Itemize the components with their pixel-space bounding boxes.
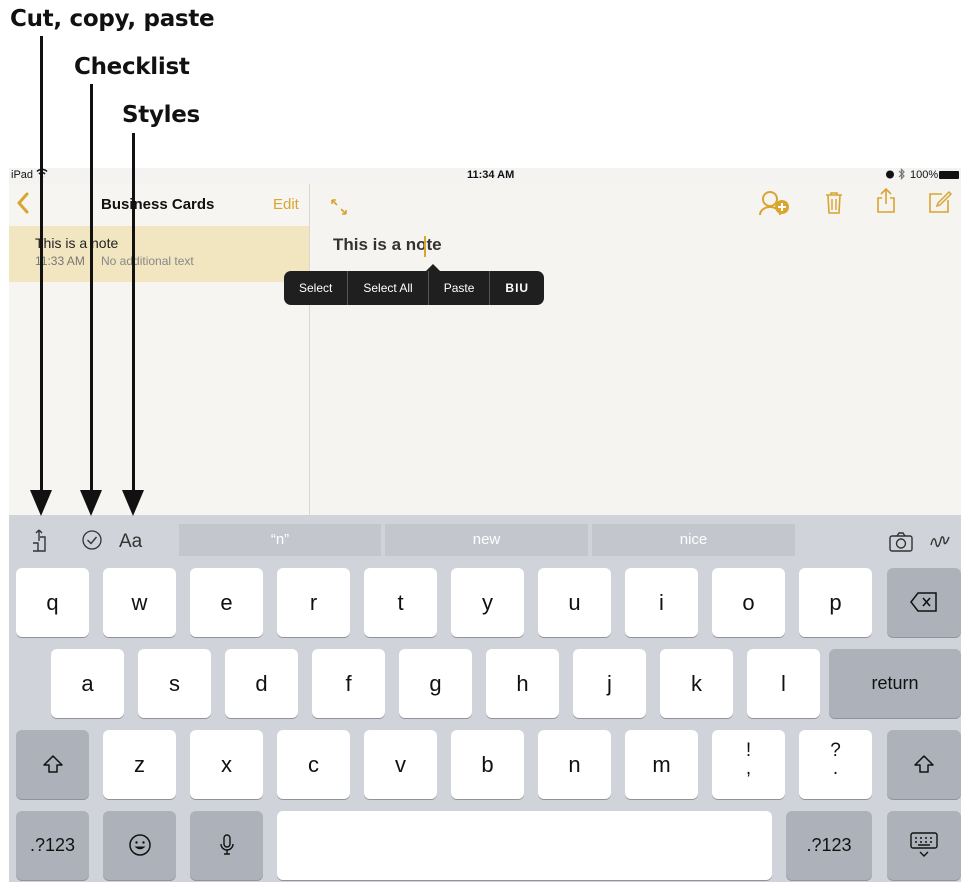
key-m[interactable]: m bbox=[625, 730, 698, 799]
trash-icon[interactable] bbox=[824, 191, 844, 220]
note-item-title: This is a note bbox=[35, 235, 119, 251]
key-comma-label: , bbox=[745, 758, 752, 779]
callout-styles: Styles bbox=[122, 102, 200, 128]
back-chevron-icon[interactable] bbox=[16, 192, 30, 219]
emoji-icon bbox=[128, 833, 152, 857]
shift-left-key[interactable] bbox=[16, 730, 89, 799]
key-n[interactable]: n bbox=[538, 730, 611, 799]
expand-icon[interactable] bbox=[330, 198, 348, 221]
suggestion-2[interactable]: new bbox=[385, 524, 588, 556]
dictation-key[interactable] bbox=[190, 811, 263, 880]
menu-format-biu[interactable]: BIU bbox=[490, 271, 544, 305]
callout-cut-copy-paste: Cut, copy, paste bbox=[10, 6, 215, 32]
key-e[interactable]: e bbox=[190, 568, 263, 637]
status-bar: iPad 11:34 AM 100% bbox=[9, 168, 961, 184]
key-r[interactable]: r bbox=[277, 568, 350, 637]
clock: 11:34 AM bbox=[467, 169, 515, 181]
key-w[interactable]: w bbox=[103, 568, 176, 637]
alarm-icon bbox=[885, 168, 895, 183]
key-a[interactable]: a bbox=[51, 649, 124, 718]
hide-keyboard-key[interactable] bbox=[887, 811, 961, 880]
battery-percent: 100% bbox=[910, 169, 939, 181]
delete-icon bbox=[910, 591, 938, 613]
key-question-period[interactable]: ? . bbox=[799, 730, 872, 799]
key-l[interactable]: l bbox=[747, 649, 820, 718]
key-u[interactable]: u bbox=[538, 568, 611, 637]
device-label: iPad bbox=[11, 169, 34, 181]
checklist-icon[interactable] bbox=[81, 529, 103, 556]
key-b[interactable]: b bbox=[451, 730, 524, 799]
emoji-key[interactable] bbox=[103, 811, 176, 880]
microphone-icon bbox=[219, 833, 235, 857]
shift-icon bbox=[913, 754, 935, 774]
compose-icon[interactable] bbox=[928, 190, 953, 219]
arrow-styles-line bbox=[132, 133, 135, 492]
styles-button[interactable]: Aa bbox=[119, 531, 142, 553]
key-y[interactable]: y bbox=[451, 568, 524, 637]
arrow-checklist-line bbox=[90, 84, 93, 492]
key-h[interactable]: h bbox=[486, 649, 559, 718]
suggestion-1[interactable]: “n” bbox=[179, 524, 381, 556]
return-key[interactable]: return bbox=[829, 649, 961, 718]
context-menu-pointer bbox=[426, 264, 440, 271]
suggestion-3[interactable]: nice bbox=[592, 524, 795, 556]
key-x[interactable]: x bbox=[190, 730, 263, 799]
folder-title: Business Cards bbox=[101, 196, 215, 213]
key-q[interactable]: q bbox=[16, 568, 89, 637]
key-p[interactable]: p bbox=[799, 568, 872, 637]
key-i[interactable]: i bbox=[625, 568, 698, 637]
arrow-cut-copy-paste-head bbox=[30, 490, 52, 516]
share-icon[interactable] bbox=[876, 187, 896, 219]
camera-icon[interactable] bbox=[889, 532, 913, 557]
key-period-label: . bbox=[832, 758, 839, 779]
key-d[interactable]: d bbox=[225, 649, 298, 718]
note-editor: This is a note bbox=[310, 184, 961, 515]
sketch-icon[interactable] bbox=[929, 531, 951, 558]
shift-right-key[interactable] bbox=[887, 730, 961, 799]
key-z[interactable]: z bbox=[103, 730, 176, 799]
delete-key[interactable] bbox=[887, 568, 961, 637]
ipad-screen: iPad 11:34 AM 100% Business Cards Edit T… bbox=[9, 168, 961, 882]
key-exclaim-comma[interactable]: ! , bbox=[712, 730, 785, 799]
menu-select-all[interactable]: Select All bbox=[348, 271, 429, 305]
add-people-icon[interactable] bbox=[758, 189, 790, 222]
callout-checklist: Checklist bbox=[74, 54, 190, 80]
space-bar[interactable] bbox=[277, 811, 772, 880]
shift-icon bbox=[42, 754, 64, 774]
menu-paste[interactable]: Paste bbox=[429, 271, 491, 305]
key-f[interactable]: f bbox=[312, 649, 385, 718]
note-item-preview: No additional text bbox=[101, 254, 194, 268]
onscreen-keyboard: Aa “n” new nice q w e r t y u i o p a s … bbox=[9, 515, 961, 882]
key-o[interactable]: o bbox=[712, 568, 785, 637]
menu-select[interactable]: Select bbox=[284, 271, 349, 305]
numbers-key-left[interactable]: .?123 bbox=[16, 811, 89, 880]
key-c[interactable]: c bbox=[277, 730, 350, 799]
arrow-styles-head bbox=[122, 490, 144, 516]
key-g[interactable]: g bbox=[399, 649, 472, 718]
arrow-cut-copy-paste-line bbox=[40, 36, 43, 492]
keyboard-dismiss-icon bbox=[909, 831, 939, 859]
key-t[interactable]: t bbox=[364, 568, 437, 637]
edit-button[interactable]: Edit bbox=[273, 196, 299, 213]
note-list-item[interactable]: This is a note 11:33 AM No additional te… bbox=[9, 226, 309, 282]
key-j[interactable]: j bbox=[573, 649, 646, 718]
bluetooth-icon bbox=[898, 168, 906, 183]
arrow-checklist-head bbox=[80, 490, 102, 516]
battery-icon bbox=[939, 171, 959, 179]
key-v[interactable]: v bbox=[364, 730, 437, 799]
cut-copy-paste-icon[interactable] bbox=[30, 529, 54, 558]
key-s[interactable]: s bbox=[138, 649, 211, 718]
numbers-key-right[interactable]: .?123 bbox=[786, 811, 872, 880]
key-k[interactable]: k bbox=[660, 649, 733, 718]
text-cursor bbox=[424, 236, 426, 257]
notes-sidebar: Business Cards Edit This is a note 11:33… bbox=[9, 184, 310, 515]
edit-context-menu: Select Select All Paste BIU bbox=[284, 271, 545, 305]
